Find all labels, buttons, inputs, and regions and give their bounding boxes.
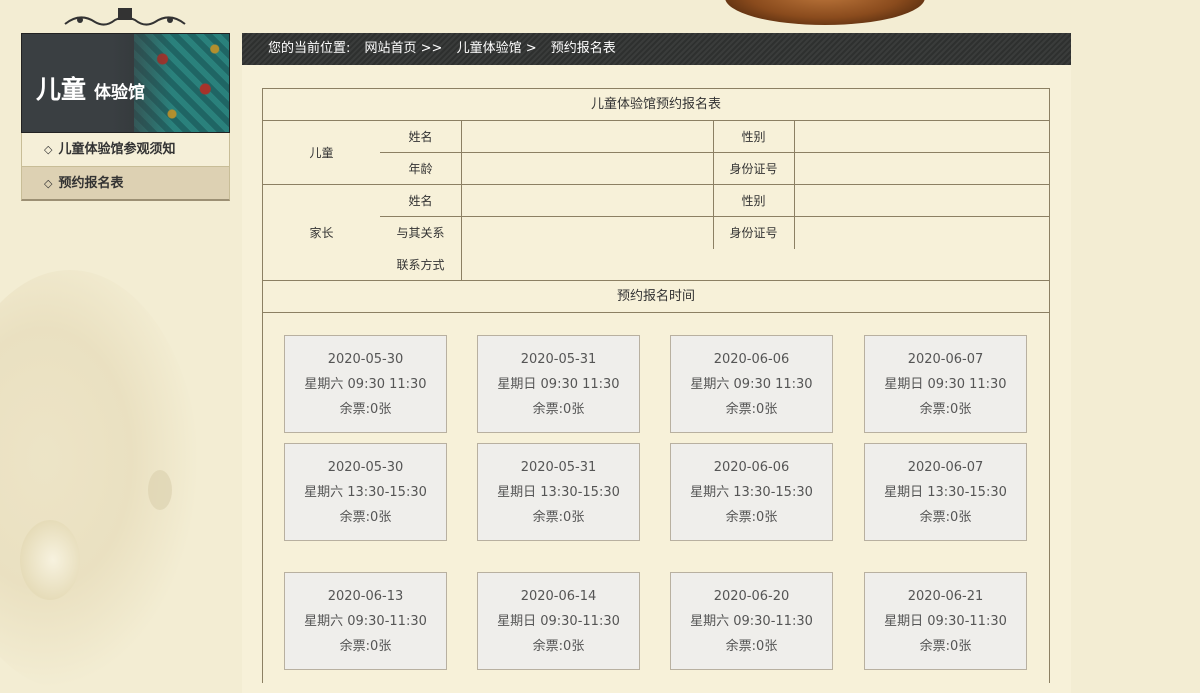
- parent-relation-label: 与其关系: [396, 226, 445, 240]
- breadcrumb-home-link[interactable]: 网站首页 >>: [365, 41, 443, 56]
- sidebar-banner: 儿童 体验馆: [21, 33, 230, 133]
- slot-tickets: 余票:0张: [532, 639, 585, 654]
- child-section: 儿童 姓名 性别 年龄 身份证号: [263, 121, 1049, 185]
- header-artifact-image: [725, 0, 925, 25]
- time-slot-card[interactable]: 2020-06-06 星期六 09:30 11:30 余票:0张: [670, 335, 833, 433]
- parent-contact-field[interactable]: [462, 249, 1049, 281]
- time-slot-card[interactable]: 2020-06-14 星期日 09:30-11:30 余票:0张: [477, 572, 640, 670]
- child-age-label: 年龄: [408, 162, 433, 176]
- diamond-icon: ◇: [44, 143, 53, 156]
- slot-date: 2020-06-13: [327, 589, 404, 604]
- parent-id-label: 身份证号: [729, 226, 778, 240]
- sidebar-item-visit-notice[interactable]: ◇ 儿童体验馆参观须知: [21, 133, 230, 167]
- slot-date: 2020-06-20: [713, 589, 790, 604]
- slot-tickets: 余票:0张: [532, 510, 585, 525]
- time-slot-card[interactable]: 2020-06-07 星期日 13:30-15:30 余票:0张: [864, 443, 1027, 541]
- slot-date: 2020-06-07: [907, 352, 984, 367]
- slot-tickets: 余票:0张: [339, 510, 392, 525]
- diamond-icon: ◇: [44, 177, 53, 190]
- registration-form: 儿童体验馆预约报名表 儿童 姓名 性别 年龄 身份证号 家长 姓名 性别 与其关…: [262, 88, 1050, 683]
- banner-title-small: 体验馆: [94, 83, 145, 103]
- breadcrumb-section-link[interactable]: 儿童体验馆 >: [457, 41, 537, 56]
- child-age-field[interactable]: [462, 153, 713, 184]
- child-id-field[interactable]: [795, 153, 1049, 184]
- time-slot-card[interactable]: 2020-05-30 星期六 09:30 11:30 余票:0张: [284, 335, 447, 433]
- parent-name-label: 姓名: [408, 194, 433, 208]
- slot-tickets: 余票:0张: [919, 639, 972, 654]
- slot-date: 2020-06-06: [713, 352, 790, 367]
- time-slot-card[interactable]: 2020-06-07 星期日 09:30 11:30 余票:0张: [864, 335, 1027, 433]
- slot-time: 星期日 13:30-15:30: [884, 485, 1007, 500]
- parent-name-field[interactable]: [462, 185, 713, 217]
- slot-time: 星期六 09:30 11:30: [690, 377, 813, 392]
- parent-contact-label: 联系方式: [396, 258, 445, 272]
- time-slot-card[interactable]: 2020-06-20 星期六 09:30-11:30 余票:0张: [670, 572, 833, 670]
- child-gender-label: 性别: [741, 130, 766, 144]
- parent-gender-field[interactable]: [795, 185, 1049, 217]
- breadcrumb-current: 预约报名表: [550, 41, 616, 56]
- slot-time: 星期六 09:30-11:30: [304, 614, 427, 629]
- form-title: 儿童体验馆预约报名表: [263, 89, 1049, 121]
- sidebar-item-label: 预约报名表: [58, 176, 124, 191]
- sidebar-item-registration-form[interactable]: ◇ 预约报名表: [21, 167, 230, 201]
- slot-date: 2020-06-14: [520, 589, 597, 604]
- parent-section: 家长 姓名 性别 与其关系 身份证号 联系方式: [263, 185, 1049, 281]
- ornament-icon: [64, 8, 186, 26]
- banner-title-big: 儿童: [36, 75, 87, 104]
- slot-tickets: 余票:0张: [532, 402, 585, 417]
- slot-date: 2020-05-31: [520, 460, 597, 475]
- background-decoration-dot: [148, 470, 172, 510]
- slot-tickets: 余票:0张: [339, 639, 392, 654]
- time-slot-grid: 2020-05-30 星期六 09:30 11:30 余票:0张 2020-05-31…: [263, 313, 1049, 683]
- sidebar-item-label: 儿童体验馆参观须知: [58, 142, 176, 157]
- slot-time: 星期六 13:30-15:30: [304, 485, 427, 500]
- time-slot-card[interactable]: 2020-06-21 星期日 09:30-11:30 余票:0张: [864, 572, 1027, 670]
- background-decoration-ring: [20, 520, 80, 600]
- child-id-label: 身份证号: [729, 162, 778, 176]
- breadcrumb-prefix: 您的当前位置:: [268, 41, 351, 56]
- sidebar: 儿童 体验馆 ◇ 儿童体验馆参观须知 ◇ 预约报名表: [21, 33, 230, 201]
- slot-date: 2020-06-07: [907, 460, 984, 475]
- slot-tickets: 余票:0张: [725, 639, 778, 654]
- slot-date: 2020-06-06: [713, 460, 790, 475]
- child-name-label: 姓名: [408, 130, 433, 144]
- slot-tickets: 余票:0张: [725, 402, 778, 417]
- slot-time: 星期日 09:30-11:30: [497, 614, 620, 629]
- slot-tickets: 余票:0张: [919, 402, 972, 417]
- child-name-field[interactable]: [462, 121, 713, 153]
- slot-tickets: 余票:0张: [919, 510, 972, 525]
- main-content: 您的当前位置: 网站首页 >> 儿童体验馆 > 预约报名表 儿童体验馆预约报名表…: [242, 33, 1071, 693]
- slot-tickets: 余票:0张: [339, 402, 392, 417]
- breadcrumb: 您的当前位置: 网站首页 >> 儿童体验馆 > 预约报名表: [242, 33, 1071, 65]
- time-slot-card[interactable]: 2020-05-30 星期六 13:30-15:30 余票:0张: [284, 443, 447, 541]
- child-label: 儿童: [309, 146, 334, 160]
- slot-time: 星期日 09:30 11:30: [497, 377, 620, 392]
- time-section-title: 预约报名时间: [263, 281, 1049, 313]
- parent-label: 家长: [309, 226, 334, 240]
- slot-time: 星期日 13:30-15:30: [497, 485, 620, 500]
- parent-gender-label: 性别: [741, 194, 766, 208]
- time-slot-card[interactable]: 2020-05-31 星期日 09:30 11:30 余票:0张: [477, 335, 640, 433]
- slot-date: 2020-05-31: [520, 352, 597, 367]
- time-slot-card[interactable]: 2020-06-06 星期六 13:30-15:30 余票:0张: [670, 443, 833, 541]
- slot-date: 2020-05-30: [327, 352, 404, 367]
- slot-time: 星期六 13:30-15:30: [690, 485, 813, 500]
- child-gender-field[interactable]: [795, 121, 1049, 153]
- slot-date: 2020-06-21: [907, 589, 984, 604]
- slot-time: 星期六 09:30-11:30: [690, 614, 813, 629]
- slot-tickets: 余票:0张: [725, 510, 778, 525]
- parent-id-field[interactable]: [795, 217, 1049, 249]
- time-slot-card[interactable]: 2020-05-31 星期日 13:30-15:30 余票:0张: [477, 443, 640, 541]
- slot-time: 星期日 09:30-11:30: [884, 614, 1007, 629]
- slot-time: 星期六 09:30 11:30: [304, 377, 427, 392]
- parent-relation-field[interactable]: [462, 217, 713, 249]
- slot-time: 星期日 09:30 11:30: [884, 377, 1007, 392]
- slot-date: 2020-05-30: [327, 460, 404, 475]
- time-slot-card[interactable]: 2020-06-13 星期六 09:30-11:30 余票:0张: [284, 572, 447, 670]
